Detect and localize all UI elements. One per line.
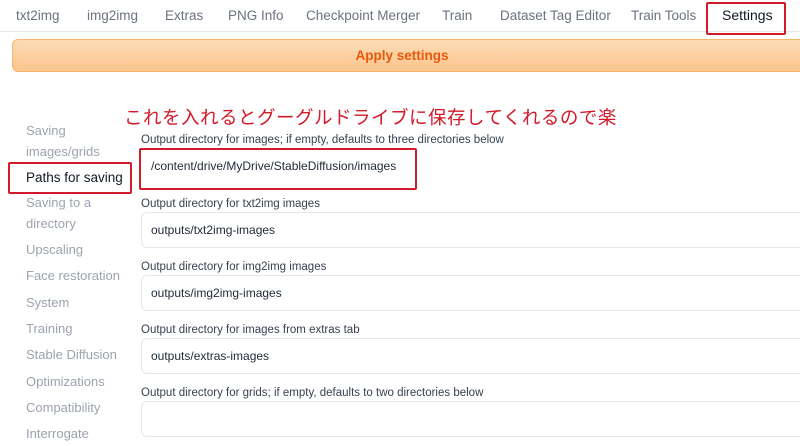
tab-extras[interactable]: Extras [165, 0, 203, 32]
sidebar-item-paths-for-saving[interactable]: Paths for saving [26, 167, 123, 188]
apply-settings-button[interactable]: Apply settings [12, 39, 800, 72]
tab-settings[interactable]: Settings [722, 0, 773, 32]
tab-bar: txt2img img2img Extras PNG Info Checkpoi… [0, 0, 800, 32]
img2img-output-dir-label: Output directory for img2img images [141, 261, 327, 273]
extras-output-dir-input[interactable] [141, 338, 800, 374]
txt2img-output-dir-input[interactable] [141, 212, 800, 248]
sidebar-item-face-restoration[interactable]: Face restoration [26, 265, 120, 286]
grids-output-dir-input[interactable] [141, 401, 800, 437]
sidebar-item-interrogate[interactable]: Interrogate [26, 423, 89, 444]
tab-train-tools[interactable]: Train Tools [631, 0, 696, 32]
annotation-text: これを入れるとグーグルドライブに保存してくれるので楽 [124, 107, 617, 128]
tab-img2img[interactable]: img2img [87, 0, 138, 32]
sidebar-item-training[interactable]: Training [26, 318, 72, 339]
tab-checkpoint-merger[interactable]: Checkpoint Merger [306, 0, 420, 32]
grids-output-dir-label: Output directory for grids; if empty, de… [141, 387, 484, 399]
sidebar-item-system[interactable]: System [26, 292, 69, 313]
sidebar-item-optimizations[interactable]: Optimizations [26, 371, 105, 392]
tab-txt2img[interactable]: txt2img [16, 0, 60, 32]
tab-png-info[interactable]: PNG Info [228, 0, 284, 32]
sidebar-item-stable-diffusion[interactable]: Stable Diffusion [26, 344, 117, 365]
img2img-output-dir-input[interactable] [141, 275, 800, 311]
sidebar-item-saving-to-a-directory[interactable]: Saving to a directory [26, 192, 116, 234]
tab-dataset-tag-editor[interactable]: Dataset Tag Editor [500, 0, 611, 32]
tab-train[interactable]: Train [442, 0, 472, 32]
extras-output-dir-label: Output directory for images from extras … [141, 324, 360, 336]
sidebar-item-upscaling[interactable]: Upscaling [26, 239, 83, 260]
sidebar-item-saving-images-grids[interactable]: Saving images/grids [26, 120, 116, 162]
txt2img-output-dir-label: Output directory for txt2img images [141, 198, 320, 210]
images-output-dir-input[interactable] [141, 148, 800, 184]
images-output-dir-label: Output directory for images; if empty, d… [141, 134, 504, 146]
sidebar-item-compatibility[interactable]: Compatibility [26, 397, 100, 418]
